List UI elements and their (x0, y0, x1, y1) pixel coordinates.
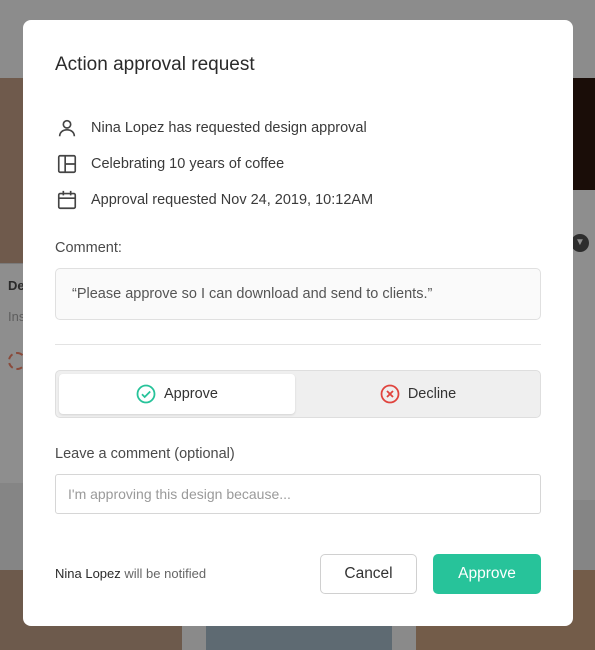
decision-toggle: Approve Decline (55, 370, 541, 418)
approve-button[interactable]: Approve (433, 554, 541, 594)
approval-modal: Action approval request Nina Lopez has r… (23, 20, 573, 626)
leave-comment-label: Leave a comment (optional) (55, 446, 235, 462)
info-design: Celebrating 10 years of coffee (55, 152, 284, 176)
notify-name: Nina Lopez (55, 566, 121, 581)
info-date: Approval requested Nov 24, 2019, 10:12AM (55, 188, 373, 212)
layout-icon (55, 152, 79, 176)
info-requester: Nina Lopez has requested design approval (55, 116, 367, 140)
comment-label: Comment: (55, 240, 122, 256)
chevron-down-icon: ▼ (571, 234, 589, 252)
modal-title: Action approval request (55, 54, 255, 75)
cancel-button[interactable]: Cancel (320, 554, 417, 594)
requester-comment: “Please approve so I can download and se… (55, 268, 541, 320)
background-thumbnail-image (206, 626, 392, 650)
x-circle-icon (380, 384, 400, 404)
notify-suffix: will be notified (120, 566, 207, 581)
notify-text: Nina Lopez will be notified (55, 566, 206, 581)
user-icon (55, 116, 79, 140)
design-name-text: Celebrating 10 years of coffee (91, 156, 285, 172)
request-date-text: Approval requested Nov 24, 2019, 10:12AM (91, 192, 374, 208)
divider (55, 344, 541, 345)
approve-option-label: Approve (163, 386, 218, 402)
calendar-icon (55, 188, 79, 212)
check-circle-icon (136, 384, 156, 404)
comment-input[interactable] (55, 474, 541, 514)
decline-option[interactable]: Decline (298, 374, 538, 414)
approve-option[interactable]: Approve (59, 374, 295, 414)
decline-option-label: Decline (407, 386, 457, 402)
requester-text: Nina Lopez has requested design approval (91, 120, 367, 136)
